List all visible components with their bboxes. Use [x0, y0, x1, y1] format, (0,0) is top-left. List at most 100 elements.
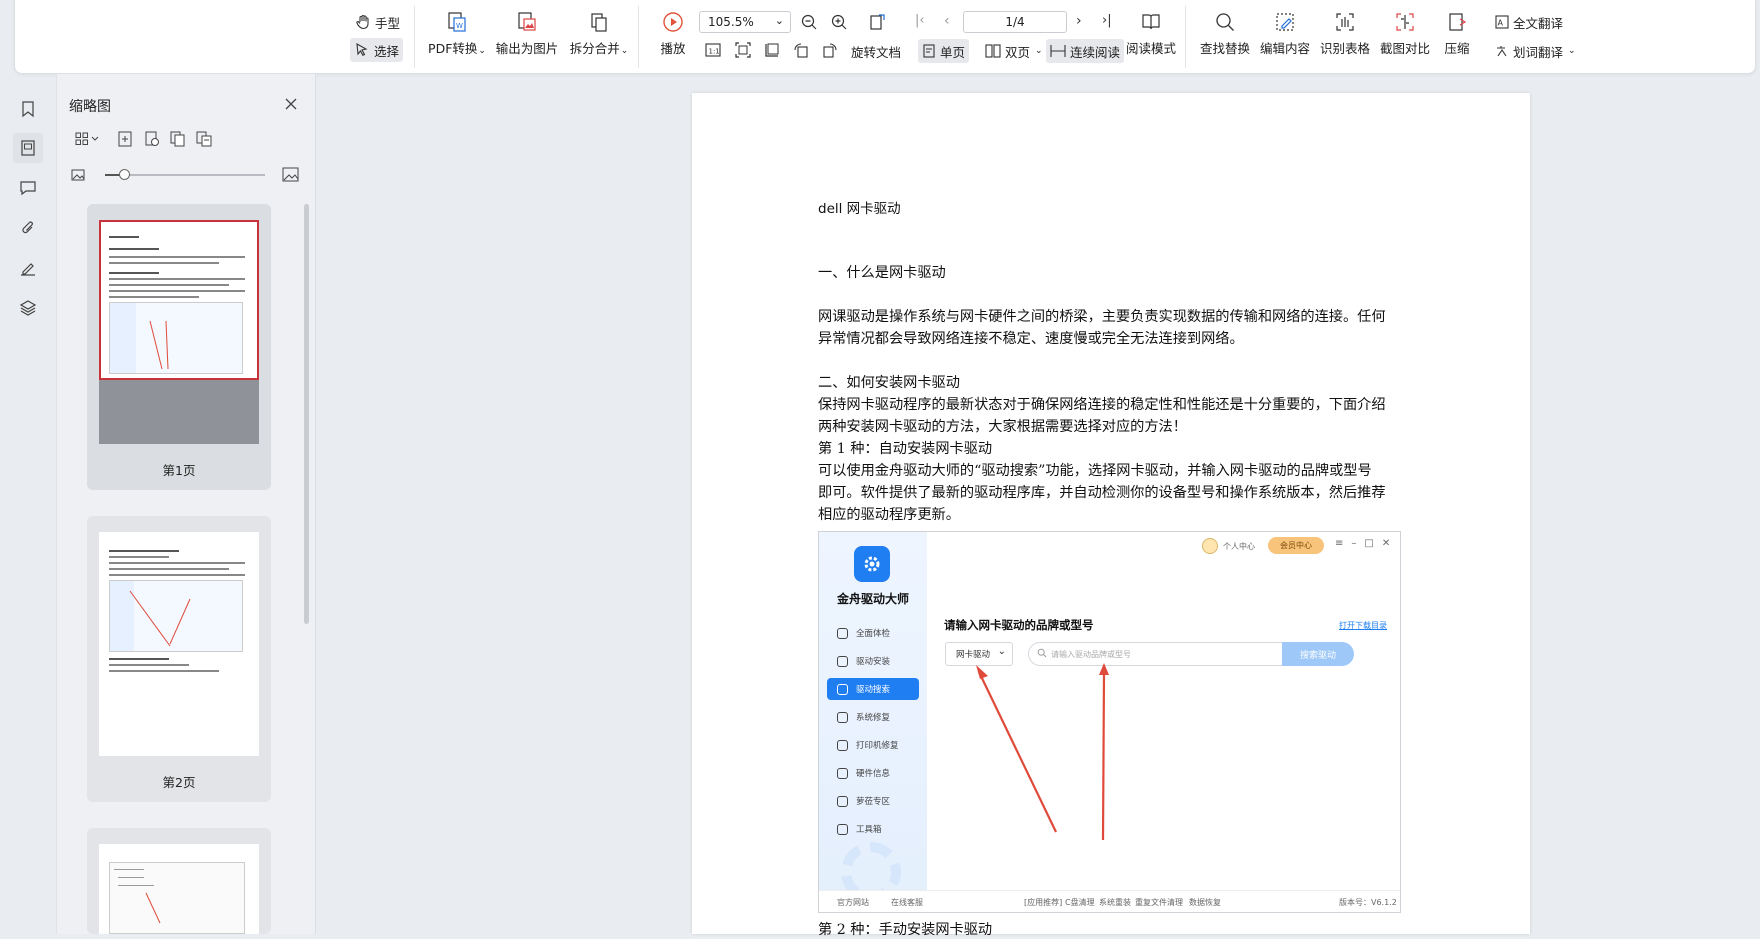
- footer-official-site: 官方网站: [837, 898, 869, 907]
- select-tool-button[interactable]: 选择: [350, 38, 404, 62]
- recognize-table-label: 识别表格: [1319, 41, 1370, 56]
- zoom-out-icon[interactable]: [800, 13, 818, 31]
- rotate-right-icon[interactable]: [821, 41, 839, 59]
- single-page-icon: [922, 44, 936, 58]
- translate-icon: A: [1495, 15, 1509, 29]
- search-icon: [1213, 10, 1237, 34]
- rotate-page-icon[interactable]: [868, 12, 888, 32]
- close-icon[interactable]: [285, 98, 297, 110]
- word-translate-label: 划词翻译: [1513, 44, 1564, 60]
- continuous-label: 连续阅读: [1070, 44, 1121, 60]
- screenshot-compare-button[interactable]: 截图对比: [1375, 0, 1435, 57]
- word-translate-button[interactable]: 划词翻译 ⌄: [1495, 41, 1576, 61]
- page-number-value: 1/4: [1005, 15, 1025, 29]
- chevron-down-icon: ⌄: [1568, 46, 1576, 56]
- footer-c-clean: C盘清理: [1065, 898, 1095, 907]
- edit-content-button[interactable]: 编辑内容: [1255, 0, 1315, 57]
- split-merge-button[interactable]: 拆分合并⌄: [567, 0, 631, 57]
- thumbnail-card[interactable]: [87, 828, 271, 934]
- pdf-convert-icon: W: [445, 10, 469, 34]
- panel-scrollbar[interactable]: [304, 204, 309, 624]
- bookmark-icon[interactable]: [13, 94, 43, 124]
- panel-title: 缩略图: [69, 99, 111, 115]
- first-page-icon[interactable]: |‹: [915, 13, 925, 28]
- large-image-icon: [282, 166, 299, 183]
- select-label: 选择: [374, 43, 400, 59]
- grid-view-icon[interactable]: [75, 132, 101, 146]
- thumbnail-icon[interactable]: [13, 133, 43, 163]
- thumbnail-page: [99, 844, 259, 934]
- double-page-label: 双页: [1005, 44, 1031, 60]
- export-image-icon: [515, 10, 539, 34]
- text-line: [109, 550, 179, 552]
- play-button[interactable]: 播放: [651, 0, 695, 57]
- rotate-doc-button[interactable]: 旋转文档: [851, 41, 901, 61]
- fit-page-icon[interactable]: [734, 41, 752, 59]
- chevron-down-icon: ⌄: [774, 14, 784, 27]
- actual-size-icon[interactable]: 1:1: [704, 41, 722, 59]
- text-line: [109, 256, 245, 258]
- thumbnail-label: 第2页: [162, 775, 196, 790]
- insert-page-icon[interactable]: [117, 131, 133, 147]
- hand-label: 手型: [375, 15, 401, 31]
- single-page-button[interactable]: 单页: [918, 39, 970, 63]
- red-arrow: [129, 590, 191, 647]
- full-translate-label: 全文翻译: [1513, 15, 1564, 31]
- zoom-in-icon[interactable]: [830, 13, 848, 31]
- full-translate-button[interactable]: A 全文翻译: [1495, 12, 1563, 32]
- thumbnail-size-slider[interactable]: [105, 169, 265, 180]
- fit-width-icon[interactable]: [763, 41, 781, 59]
- text-line: [109, 664, 189, 666]
- text-line: [109, 556, 169, 558]
- copy-page-icon[interactable]: [170, 131, 186, 147]
- replace-page-icon[interactable]: [196, 131, 212, 147]
- paragraph-line: 异常情况都会导致网络连接不稳定、速度慢或完全无法连接到网络。: [818, 331, 1244, 347]
- red-arrow: [145, 892, 161, 924]
- continuous-read-button[interactable]: 连续阅读: [1046, 39, 1125, 63]
- svg-text:W: W: [456, 22, 463, 30]
- text-line: [109, 284, 229, 286]
- attachment-icon[interactable]: [13, 213, 43, 243]
- text-line: [109, 574, 245, 576]
- extract-page-icon[interactable]: [144, 131, 160, 147]
- last-page-icon[interactable]: ›|: [1102, 13, 1112, 28]
- thumbnail-page: [99, 532, 259, 756]
- compress-icon: [1445, 10, 1469, 34]
- reading-mode-button[interactable]: 阅读模式: [1125, 0, 1177, 57]
- prev-page-icon[interactable]: ‹: [944, 13, 950, 29]
- section-heading-1: 一、什么是网卡驱动: [818, 265, 946, 281]
- rotate-left-icon[interactable]: [792, 41, 810, 59]
- pdf-convert-button[interactable]: W PDF转换⌄: [427, 0, 487, 57]
- table-ocr-icon: [1333, 10, 1357, 34]
- next-page-icon[interactable]: ›: [1076, 13, 1082, 29]
- double-page-button[interactable]: 双页 ⌄: [985, 41, 1043, 61]
- edit-content-label: 编辑内容: [1259, 41, 1310, 56]
- footer-app-recommend: [应用推荐]: [1024, 898, 1063, 907]
- find-replace-button[interactable]: 查找替换: [1195, 0, 1255, 57]
- paragraph-line: 网课驱动是操作系统与网卡硬件之间的桥梁，主要负责实现数据的传输和网络的连接。任何: [818, 309, 1386, 325]
- chevron-down-icon: ⌄: [1035, 46, 1043, 56]
- thumbnail-card[interactable]: 第1页: [87, 204, 271, 490]
- word-translate-icon: [1495, 44, 1509, 58]
- zoom-select[interactable]: 105.5% ⌄: [699, 11, 791, 33]
- chevron-down-icon: ⌄: [620, 46, 629, 56]
- page-number-input[interactable]: 1/4: [963, 11, 1067, 33]
- signature-icon[interactable]: [13, 253, 43, 283]
- play-icon: [661, 10, 685, 34]
- thumbnail-card[interactable]: 第2页: [87, 516, 271, 802]
- document-page: dell 网卡驱动 一、什么是网卡驱动 网课驱动是操作系统与网卡硬件之间的桥梁，…: [692, 93, 1530, 938]
- paragraph-line: 两种安装网卡驱动的方法，大家根据需要选择对应的方法！: [818, 419, 1187, 435]
- text-line: [109, 296, 199, 298]
- comment-icon[interactable]: [13, 173, 43, 203]
- version-label: 版本号：V6.1.2: [1339, 898, 1397, 907]
- red-arrow-annotation: [976, 663, 1109, 841]
- book-icon: [1139, 10, 1163, 34]
- hand-tool-button[interactable]: 手型: [355, 12, 400, 32]
- svg-text:A: A: [1498, 19, 1504, 28]
- recognize-table-button[interactable]: 识别表格: [1315, 0, 1375, 57]
- divider: [1185, 6, 1186, 68]
- export-image-button[interactable]: 输出为图片: [494, 0, 560, 57]
- slider-knob[interactable]: [119, 169, 131, 180]
- layers-icon[interactable]: [13, 293, 43, 323]
- compress-button[interactable]: 压缩: [1435, 0, 1479, 57]
